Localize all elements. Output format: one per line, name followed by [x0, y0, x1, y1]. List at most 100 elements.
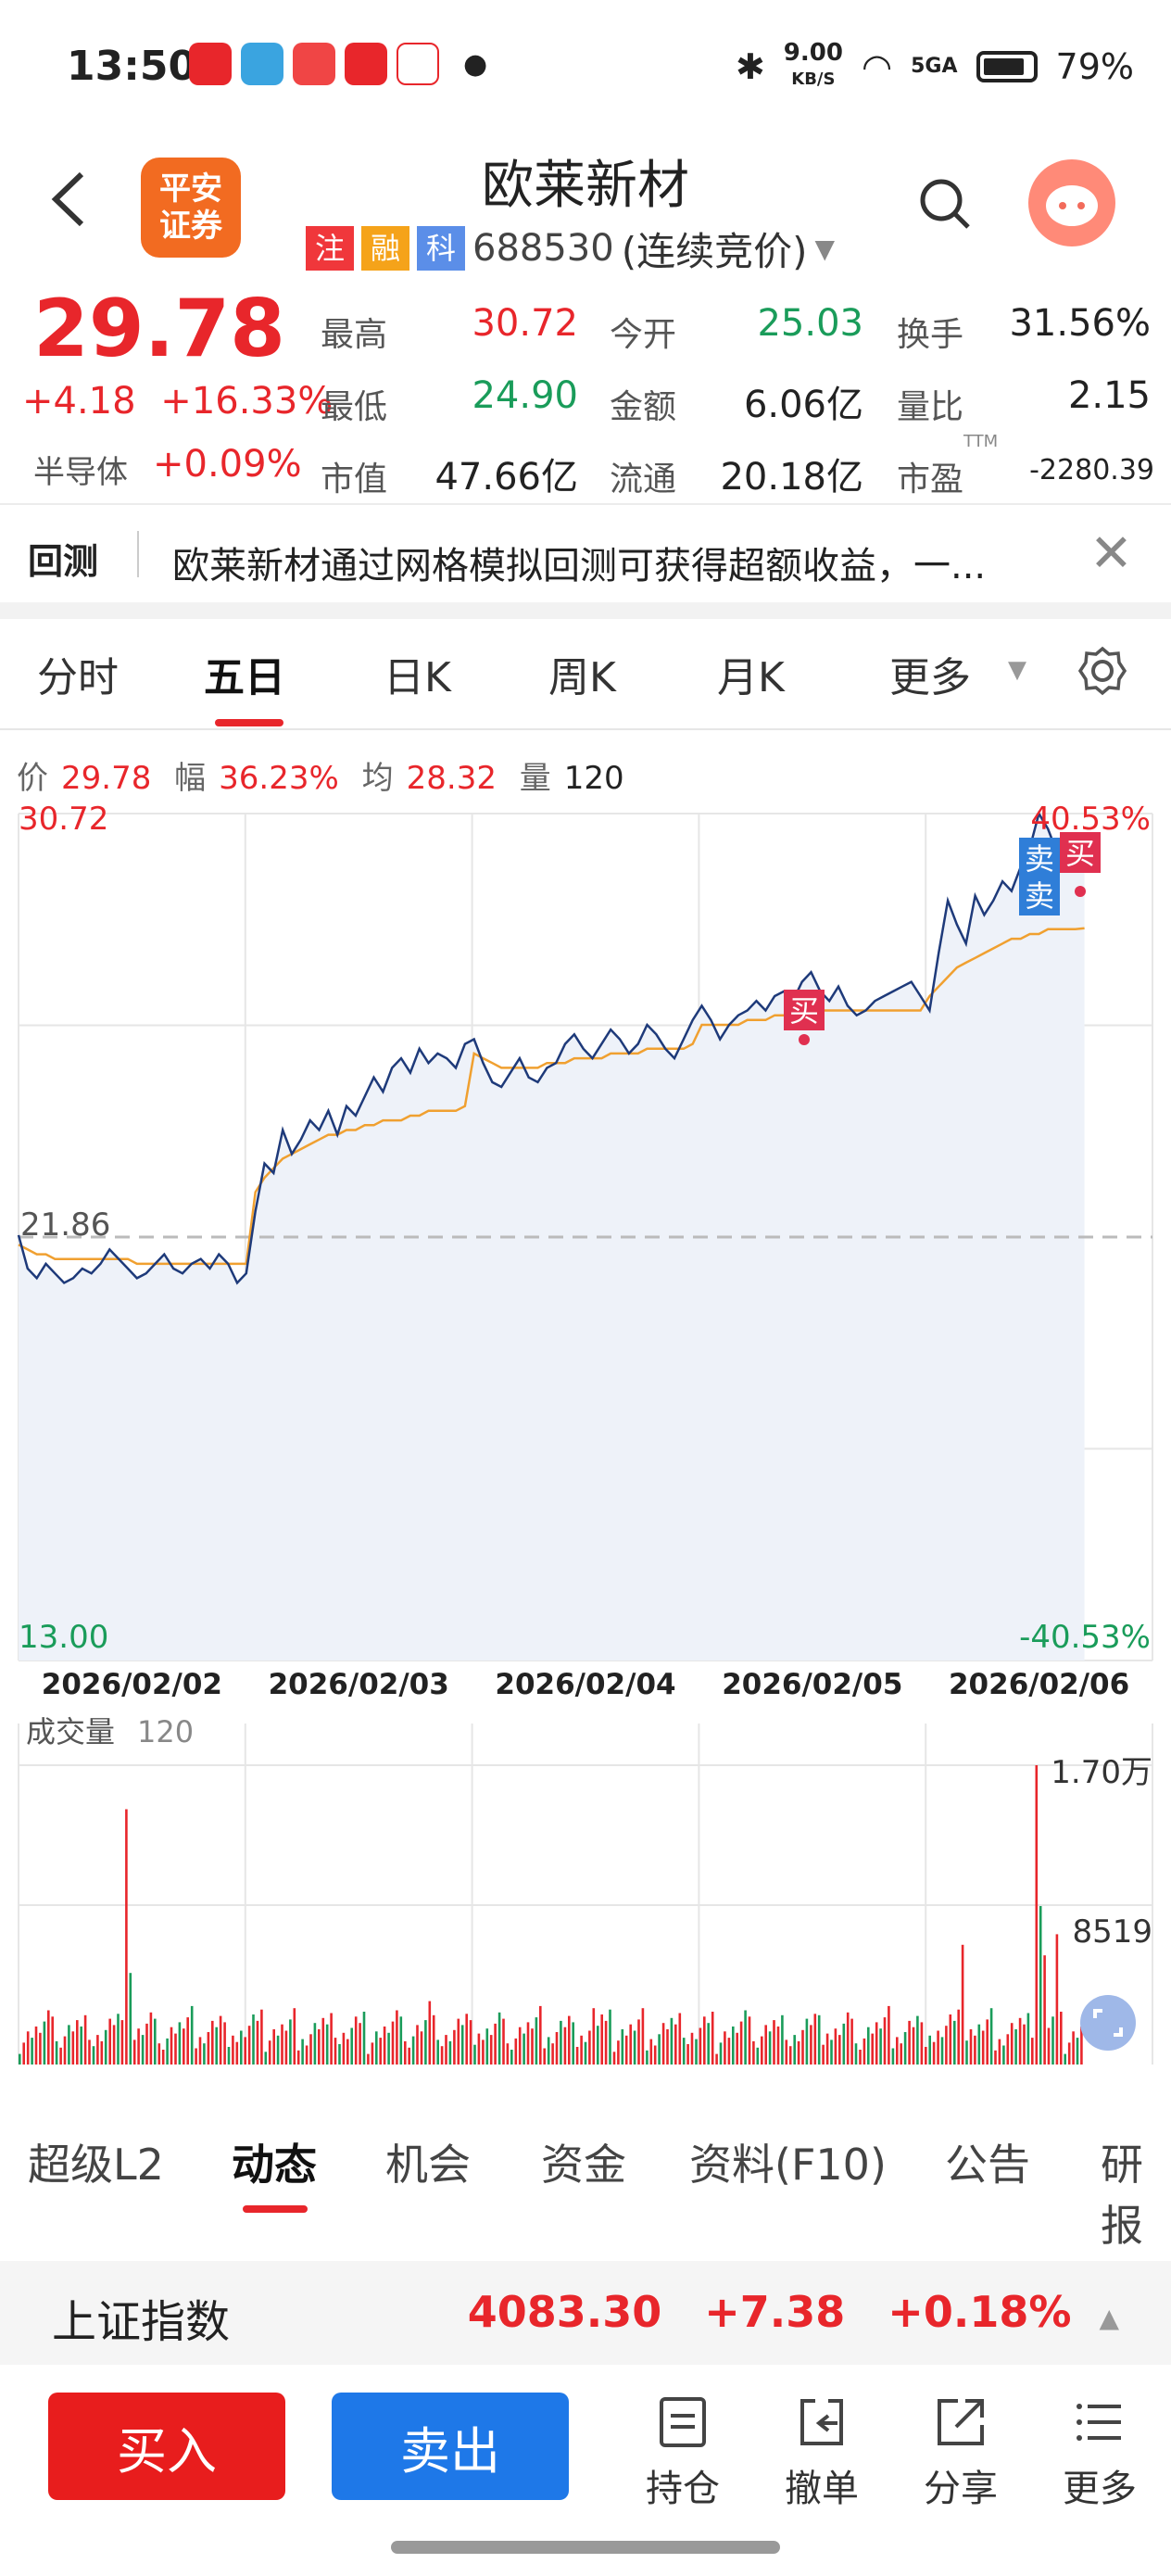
volume-bar	[321, 2017, 325, 2065]
volume-bar	[232, 2035, 234, 2065]
tab-funds[interactable]: 资金	[541, 2131, 626, 2192]
volume-bar	[453, 2029, 456, 2065]
volume-bar	[805, 2018, 809, 2065]
active-tab-indicator	[243, 2205, 308, 2213]
volume-bar	[744, 2010, 747, 2065]
cancel-order-button[interactable]: 撤单	[771, 2395, 873, 2512]
settings-button[interactable]	[1077, 645, 1128, 701]
volume-bar	[588, 2030, 591, 2065]
float-cap-value: 20.18亿	[720, 456, 863, 499]
volume-bar	[674, 2024, 677, 2065]
volume-bar	[707, 2023, 710, 2065]
volume-bar	[334, 2038, 337, 2065]
volume-bar	[22, 2042, 25, 2065]
search-button[interactable]	[917, 176, 973, 232]
volume-bar	[55, 2040, 58, 2065]
volume-bar	[891, 2048, 895, 2065]
five-day-chart[interactable]: 买卖卖买 30.72 40.53% 21.86 13.00 -40.53% 20…	[0, 797, 1171, 2094]
volume-bar	[19, 2053, 21, 2065]
caret-up-icon[interactable]: ▲	[1099, 2303, 1119, 2333]
sector-name[interactable]: 半导体	[33, 447, 128, 492]
close-icon[interactable]: ✕	[1089, 524, 1133, 584]
more-caret-icon[interactable]: ▼	[1008, 656, 1026, 684]
avg-label: 均	[361, 760, 394, 797]
volume-bar	[974, 2035, 976, 2065]
volume-bar	[170, 2027, 173, 2065]
volume-bar	[568, 2015, 571, 2065]
volume-bar	[494, 2023, 497, 2065]
volume-bar	[609, 2009, 611, 2065]
vol-label: 量	[519, 760, 551, 797]
volume-bar	[1031, 2038, 1034, 2065]
volume-bar	[268, 2040, 271, 2065]
volume-bar	[543, 2048, 546, 2065]
trade-marker-label: 买	[1065, 836, 1095, 871]
tag-rong: 融	[361, 226, 409, 271]
crosshair-info-row: 价 29.78 幅 36.23% 均 28.32 量 120	[17, 752, 637, 798]
current-price: 29.78	[33, 283, 286, 375]
volume-bar	[715, 2053, 718, 2065]
sell-button[interactable]: 卖出	[332, 2393, 569, 2500]
volume-bar	[399, 2016, 403, 2065]
volume-bar	[502, 2018, 505, 2065]
volume-bar	[822, 2044, 825, 2065]
low-value: 24.90	[472, 374, 578, 417]
volume-value: 120	[137, 1714, 194, 1749]
volume-bar	[59, 2047, 62, 2065]
volume-bar	[129, 1973, 132, 2065]
assistant-avatar[interactable]	[1028, 159, 1115, 246]
volume-mid-label: 8519	[1072, 1913, 1152, 1951]
stock-meta-row[interactable]: 注 融 科 688530 (连续竞价) ▼	[306, 222, 835, 274]
section-gap	[0, 602, 1171, 619]
volume-bar	[646, 2050, 648, 2065]
battery-icon	[976, 50, 1038, 82]
tab-news[interactable]: 动态	[232, 2131, 317, 2192]
holdings-button[interactable]: 持仓	[632, 2395, 734, 2512]
volume-bar	[354, 2016, 358, 2065]
volume-bar	[408, 2047, 410, 2065]
tab-announcements[interactable]: 公告	[945, 2131, 1030, 2192]
volume-bar	[260, 2009, 263, 2065]
volume-bar	[867, 2027, 870, 2065]
tab-f10[interactable]: 资料(F10)	[689, 2131, 887, 2192]
volume-bar	[1060, 2012, 1063, 2065]
more-button[interactable]: 更多	[1049, 2395, 1151, 2512]
volume-bar	[793, 2035, 796, 2065]
volume-bar	[31, 2038, 33, 2065]
volume-bar	[846, 2012, 850, 2065]
dropdown-caret-icon[interactable]: ▼	[814, 234, 835, 264]
tab-opportunity[interactable]: 机会	[385, 2131, 471, 2192]
change-value: +4.18	[22, 380, 136, 423]
volume-bar	[621, 2029, 624, 2065]
list-icon	[660, 2397, 706, 2447]
menu-icon	[1077, 2404, 1121, 2441]
volume-bar	[396, 2010, 398, 2065]
volume-bar	[949, 2014, 952, 2065]
notice-text[interactable]: 欧莱新材通过网格模拟回测可获得超额收益，一...	[172, 536, 986, 589]
volume-bar	[92, 2046, 95, 2065]
volume-bar	[100, 2040, 104, 2065]
volume-bar	[1014, 2029, 1017, 2065]
tab-l2[interactable]: 超级L2	[28, 2131, 164, 2192]
tab-timeshare[interactable]: 分时	[37, 644, 119, 703]
buy-button[interactable]: 买入	[48, 2393, 285, 2500]
tab-monthly-k[interactable]: 月K	[717, 644, 785, 703]
tab-daily-k[interactable]: 日K	[384, 644, 451, 703]
volume-bar	[145, 2023, 148, 2065]
quote-label: 换手	[897, 316, 964, 354]
tab-five-day[interactable]: 五日	[204, 644, 285, 703]
volume-bar	[440, 2046, 444, 2065]
tab-research[interactable]: 研报	[1101, 2131, 1171, 2254]
fullscreen-button[interactable]	[1080, 1995, 1136, 2051]
tab-weekly-k[interactable]: 周K	[548, 644, 616, 703]
volume-bar	[477, 2033, 481, 2065]
home-indicator[interactable]	[391, 2541, 780, 2554]
volume-bar	[43, 2021, 46, 2065]
share-button[interactable]: 分享	[910, 2395, 1012, 2512]
volume-ratio-value: 2.15	[1067, 374, 1151, 417]
volume-bar	[104, 2029, 107, 2065]
volume-bar	[247, 2026, 251, 2065]
volume-bar	[510, 2050, 513, 2065]
tab-more[interactable]: 更多	[889, 644, 971, 703]
volume-bar	[739, 2021, 743, 2065]
